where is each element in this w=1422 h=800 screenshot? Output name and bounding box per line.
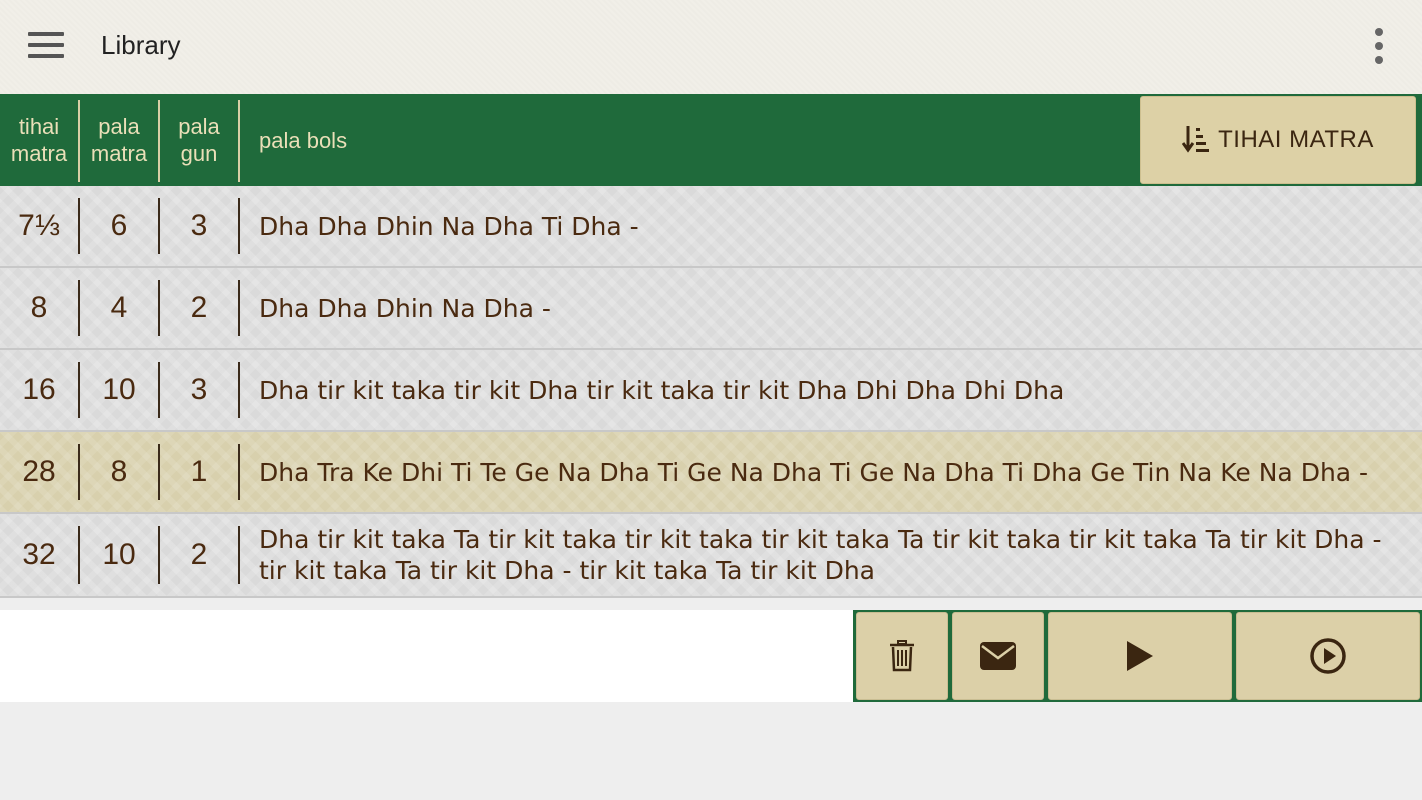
play-button[interactable] <box>1048 612 1232 700</box>
cell-pala-bols: Dha tir kit taka tir kit Dha tir kit tak… <box>259 375 1065 405</box>
more-vert-icon[interactable] <box>1362 26 1396 66</box>
table-row[interactable]: 28 8 1 Dha Tra Ke Dhi Ti Te Ge Na Dha Ti Ge… <box>0 432 1422 514</box>
cell-pala-matra: 6 <box>110 209 128 242</box>
column-divider <box>238 526 240 584</box>
cell-pala-bols: Dha tir kit taka Ta tir kit taka tir kit… <box>259 525 1382 585</box>
column-divider <box>158 526 160 584</box>
column-divider <box>238 280 240 336</box>
cell-pala-gun: 1 <box>190 455 208 488</box>
header-pala-gun: pala gun <box>178 114 220 166</box>
cell-pala-gun: 2 <box>190 538 208 571</box>
column-divider <box>78 362 80 418</box>
cell-pala-bols: Dha Tra Ke Dhi Ti Te Ge Na Dha Ti Ge Na … <box>259 457 1369 487</box>
sort-tihai-matra-button[interactable]: TIHAI MATRA <box>1140 96 1416 184</box>
column-divider <box>78 526 80 584</box>
table-row[interactable]: 8 4 2 Dha Dha Dhin Na Dha - <box>0 268 1422 350</box>
cell-pala-gun: 3 <box>190 209 208 242</box>
trash-icon <box>890 640 914 672</box>
app-bar: Library <box>0 0 1422 94</box>
sort-ascending-icon <box>1182 126 1210 153</box>
cell-pala-bols: Dha Dha Dhin Na Dha - <box>259 293 551 323</box>
column-divider <box>78 280 80 336</box>
cell-pala-gun: 3 <box>190 373 208 406</box>
table-row[interactable]: 7⅓ 6 3 Dha Dha Dhin Na Dha Ti Dha - <box>0 186 1422 268</box>
cell-tihai-matra: 7⅓ <box>18 209 60 242</box>
cell-pala-gun: 2 <box>190 291 208 324</box>
cell-pala-matra: 4 <box>110 291 128 324</box>
column-divider <box>238 362 240 418</box>
cell-pala-matra: 10 <box>102 373 136 406</box>
cell-pala-matra: 10 <box>102 538 136 571</box>
page-title: Library <box>101 30 181 60</box>
delete-button[interactable] <box>856 612 948 700</box>
cell-pala-matra: 8 <box>110 455 128 488</box>
column-divider <box>238 198 240 254</box>
column-divider <box>158 280 160 336</box>
column-divider <box>158 362 160 418</box>
cell-tihai-matra: 8 <box>30 291 48 324</box>
cell-tihai-matra: 28 <box>22 455 56 488</box>
envelope-icon <box>980 642 1016 670</box>
cell-pala-bols: Dha Dha Dhin Na Dha Ti Dha - <box>259 211 639 241</box>
play-circle-button[interactable] <box>1236 612 1420 700</box>
bottom-toolbar <box>853 610 1422 702</box>
sort-button-label: TIHAI MATRA <box>1218 126 1374 153</box>
play-icon <box>1127 641 1153 671</box>
header-pala-matra: pala matra <box>90 114 148 166</box>
column-divider <box>238 444 240 500</box>
table-row[interactable]: 16 10 3 Dha tir kit taka tir kit Dha tir ki… <box>0 350 1422 432</box>
table-row[interactable]: 32 10 2 Dha tir kit taka Ta tir kit taka ti… <box>0 514 1422 598</box>
pala-list: 7⅓ 6 3 Dha Dha Dhin Na Dha Ti Dha - 8 4 2 Dha D… <box>0 186 1422 598</box>
column-divider <box>158 444 160 500</box>
column-divider <box>78 444 80 500</box>
header-divider <box>238 100 240 182</box>
header-tihai-matra: tihai matra <box>10 114 68 166</box>
email-button[interactable] <box>952 612 1044 700</box>
cell-tihai-matra: 32 <box>22 538 56 571</box>
hamburger-menu-icon[interactable] <box>24 28 68 64</box>
column-divider <box>78 198 80 254</box>
column-divider <box>158 198 160 254</box>
header-pala-bols: pala bols <box>259 127 348 153</box>
play-circle-icon <box>1310 638 1346 674</box>
empty-area <box>0 610 853 702</box>
cell-tihai-matra: 16 <box>22 373 56 406</box>
